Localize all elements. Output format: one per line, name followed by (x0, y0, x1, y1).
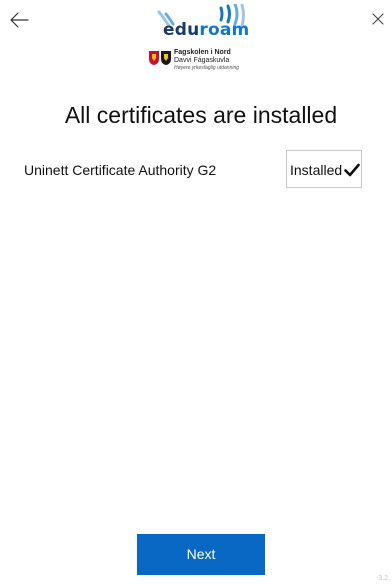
close-icon (372, 13, 384, 25)
institution-name: Fagskolen i Nord Davvi Fágaskuvla Høyere… (174, 49, 239, 72)
back-button[interactable] (8, 9, 30, 31)
institution-tagline: Høyere yrkesfaglig utdanning (174, 65, 240, 71)
arrow-left-icon (10, 12, 29, 28)
close-button[interactable] (370, 11, 386, 27)
status-label: Installed (290, 162, 343, 178)
certificate-name: Uninett Certificate Authority G2 (24, 162, 217, 178)
coat-of-arms-icon (149, 51, 171, 65)
logo-text-edu: edu (163, 20, 200, 40)
page-title: All certificates are installed (64, 102, 338, 128)
status-badge: Installed (286, 150, 362, 188)
checkmark-icon (344, 163, 360, 177)
eduroam-wordmark: eduroam (163, 20, 249, 40)
version-label: 3.2. (378, 575, 390, 582)
institution-name-line2: Davvi Fágaskuvla (174, 57, 230, 64)
certificate-row: Uninett Certificate Authority G2 Install… (24, 150, 364, 190)
institution-name-line1: Fagskolen i Nord (174, 49, 231, 56)
logo-text-roam: roam (199, 20, 250, 40)
next-button[interactable]: Next (137, 534, 265, 575)
eduroam-logo: eduroam (155, 4, 249, 40)
